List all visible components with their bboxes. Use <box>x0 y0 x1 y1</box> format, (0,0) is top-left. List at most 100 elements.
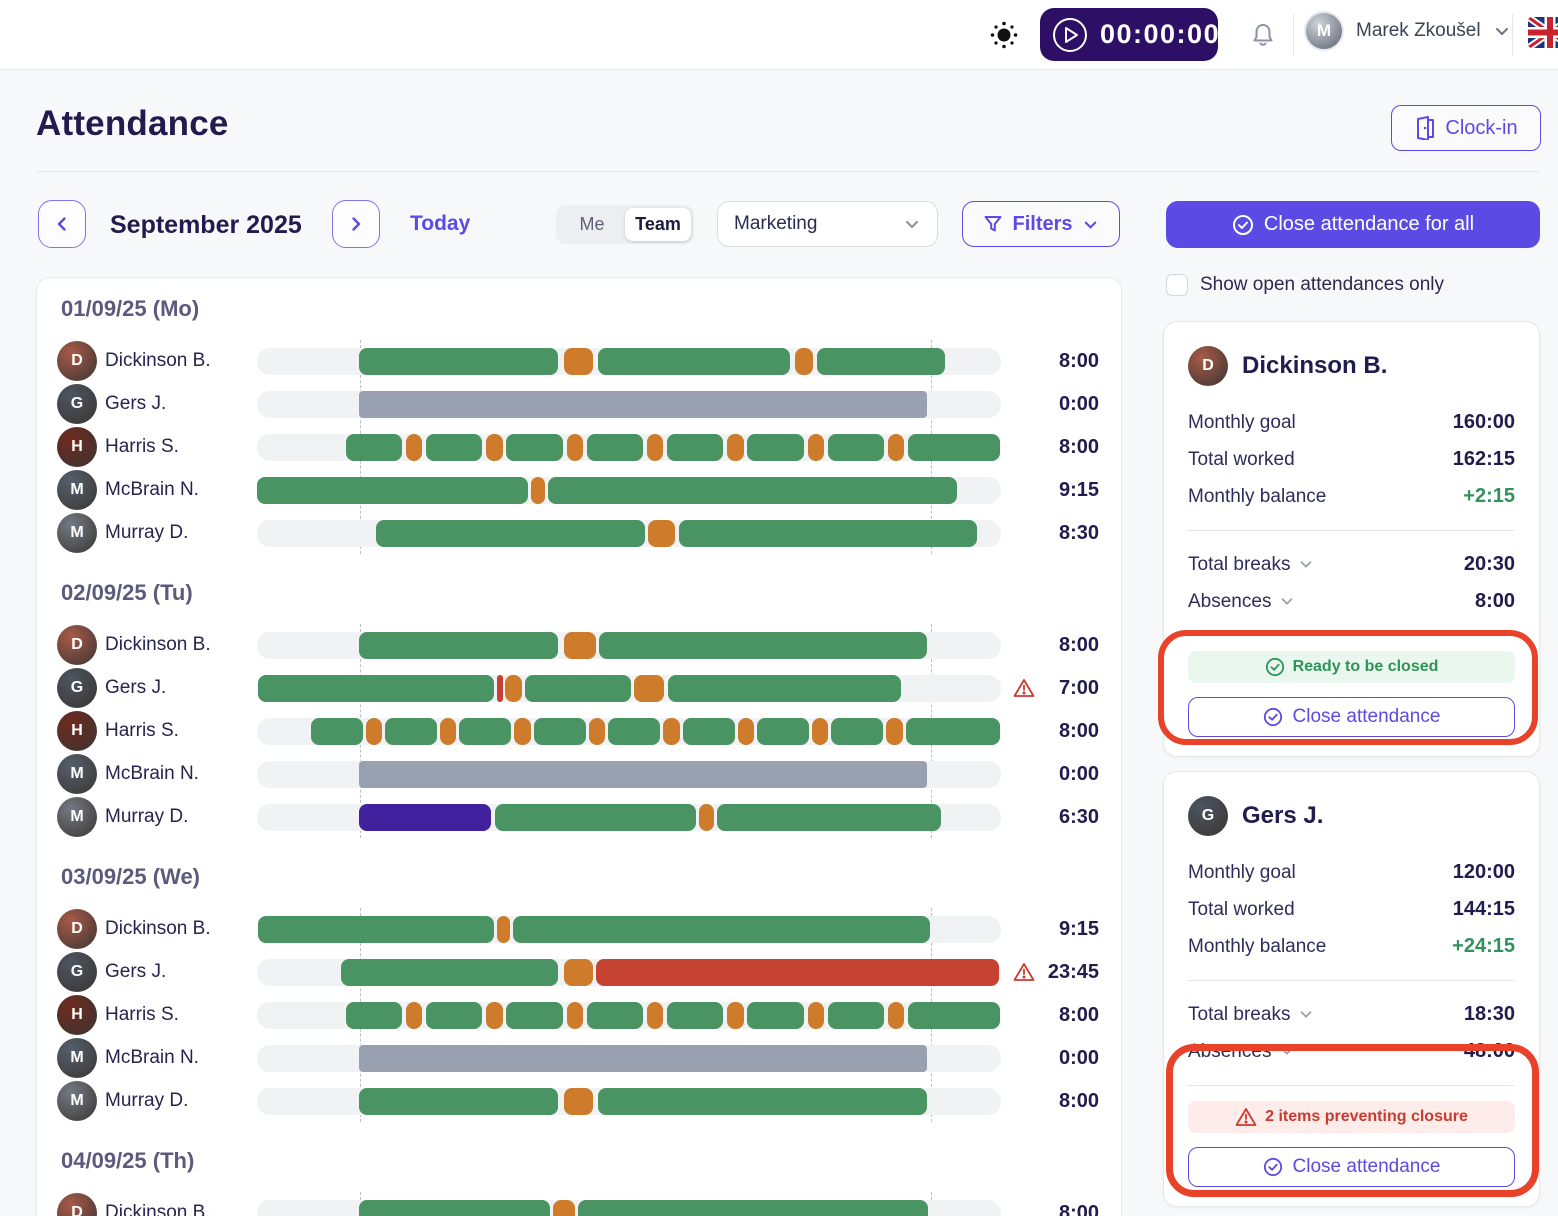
break-segment[interactable] <box>406 434 422 461</box>
work-segment[interactable] <box>906 718 1000 745</box>
attendance-track[interactable] <box>257 477 1001 504</box>
break-segment[interactable] <box>795 348 813 375</box>
work-segment[interactable] <box>513 916 930 943</box>
attendance-track[interactable] <box>257 348 1001 375</box>
work-segment[interactable] <box>426 434 483 461</box>
work-segment[interactable] <box>747 434 804 461</box>
break-segment[interactable] <box>567 434 583 461</box>
break-segment[interactable] <box>505 675 521 702</box>
work-segment[interactable] <box>525 675 631 702</box>
play-icon[interactable] <box>1052 17 1088 53</box>
work-segment[interactable] <box>534 718 586 745</box>
break-segment[interactable] <box>514 718 530 745</box>
theme-toggle-icon[interactable] <box>982 13 1026 57</box>
break-segment[interactable] <box>486 434 502 461</box>
attendance-track[interactable] <box>257 804 1001 831</box>
work-segment[interactable] <box>341 959 558 986</box>
attendance-track[interactable] <box>257 718 1001 745</box>
work-segment[interactable] <box>667 434 724 461</box>
absence-segment[interactable] <box>359 1045 927 1072</box>
expander-label[interactable]: Absences <box>1188 1041 1295 1063</box>
attendance-track[interactable] <box>257 520 1001 547</box>
attendance-track[interactable] <box>257 434 1001 461</box>
break-segment[interactable] <box>738 718 754 745</box>
work-segment[interactable] <box>497 675 502 702</box>
break-segment[interactable] <box>564 959 593 986</box>
break-segment[interactable] <box>886 718 902 745</box>
close-attendance-button[interactable]: Close attendance <box>1188 1147 1515 1187</box>
break-segment[interactable] <box>634 675 664 702</box>
work-segment[interactable] <box>668 675 901 702</box>
attendance-track[interactable] <box>257 1200 1001 1216</box>
break-segment[interactable] <box>366 718 382 745</box>
show-open-checkbox[interactable] <box>1166 274 1188 296</box>
break-segment[interactable] <box>727 434 743 461</box>
work-segment[interactable] <box>258 675 495 702</box>
break-segment[interactable] <box>808 1002 824 1029</box>
break-segment[interactable] <box>589 718 605 745</box>
break-segment[interactable] <box>812 718 828 745</box>
work-segment[interactable] <box>258 916 495 943</box>
work-segment[interactable] <box>359 348 558 375</box>
work-segment[interactable] <box>747 1002 804 1029</box>
work-segment[interactable] <box>828 1002 885 1029</box>
work-segment[interactable] <box>598 1088 928 1115</box>
work-segment[interactable] <box>683 718 735 745</box>
department-select[interactable]: Marketing <box>717 201 938 247</box>
break-segment[interactable] <box>663 718 679 745</box>
work-segment[interactable] <box>817 348 945 375</box>
user-menu[interactable]: M Marek Zkoušel <box>1304 11 1511 51</box>
break-segment[interactable] <box>808 434 824 461</box>
absence-segment[interactable] <box>359 761 927 788</box>
work-segment[interactable] <box>311 718 363 745</box>
filters-button[interactable]: Filters <box>962 201 1120 247</box>
work-segment[interactable] <box>831 718 883 745</box>
expander-label[interactable]: Total breaks <box>1188 554 1314 576</box>
break-segment[interactable] <box>531 477 545 504</box>
attendance-track[interactable] <box>257 959 1001 986</box>
next-month-button[interactable] <box>332 200 380 248</box>
work-segment[interactable] <box>717 804 941 831</box>
scope-option-me[interactable]: Me <box>559 208 625 241</box>
work-segment[interactable] <box>426 1002 483 1029</box>
work-segment[interactable] <box>506 1002 563 1029</box>
close-attendance-for-all-button[interactable]: Close attendance for all <box>1166 201 1540 248</box>
break-segment[interactable] <box>564 348 594 375</box>
attendance-track[interactable] <box>257 916 1001 943</box>
work-segment[interactable] <box>548 477 957 504</box>
work-segment[interactable] <box>587 1002 644 1029</box>
work-segment[interactable] <box>359 632 558 659</box>
work-segment[interactable] <box>257 477 528 504</box>
break-segment[interactable] <box>553 1200 575 1216</box>
break-segment[interactable] <box>406 1002 422 1029</box>
attendance-track[interactable] <box>257 1088 1001 1115</box>
clock-in-button[interactable]: Clock-in <box>1391 105 1541 151</box>
break-segment[interactable] <box>648 520 675 547</box>
work-segment[interactable] <box>828 434 885 461</box>
work-segment[interactable] <box>385 718 437 745</box>
work-segment[interactable] <box>596 959 999 986</box>
work-segment[interactable] <box>667 1002 724 1029</box>
work-segment[interactable] <box>346 434 403 461</box>
break-segment[interactable] <box>486 1002 502 1029</box>
break-segment[interactable] <box>564 632 596 659</box>
work-segment[interactable] <box>757 718 809 745</box>
work-segment[interactable] <box>598 348 791 375</box>
break-segment[interactable] <box>497 916 510 943</box>
break-segment[interactable] <box>440 718 456 745</box>
work-segment[interactable] <box>495 804 696 831</box>
attendance-track[interactable] <box>257 632 1001 659</box>
break-segment[interactable] <box>647 434 663 461</box>
work-segment[interactable] <box>506 434 563 461</box>
attendance-track[interactable] <box>257 761 1001 788</box>
work-segment[interactable] <box>679 520 977 547</box>
break-segment[interactable] <box>564 1088 594 1115</box>
language-flag-icon[interactable] <box>1528 17 1558 48</box>
attendance-track[interactable] <box>257 391 1001 418</box>
absence-segment[interactable] <box>359 391 927 418</box>
attendance-track[interactable] <box>257 675 1001 702</box>
work-segment[interactable] <box>908 434 1000 461</box>
work-segment[interactable] <box>587 434 644 461</box>
notifications-bell-icon[interactable] <box>1244 16 1282 54</box>
work-segment[interactable] <box>346 1002 403 1029</box>
